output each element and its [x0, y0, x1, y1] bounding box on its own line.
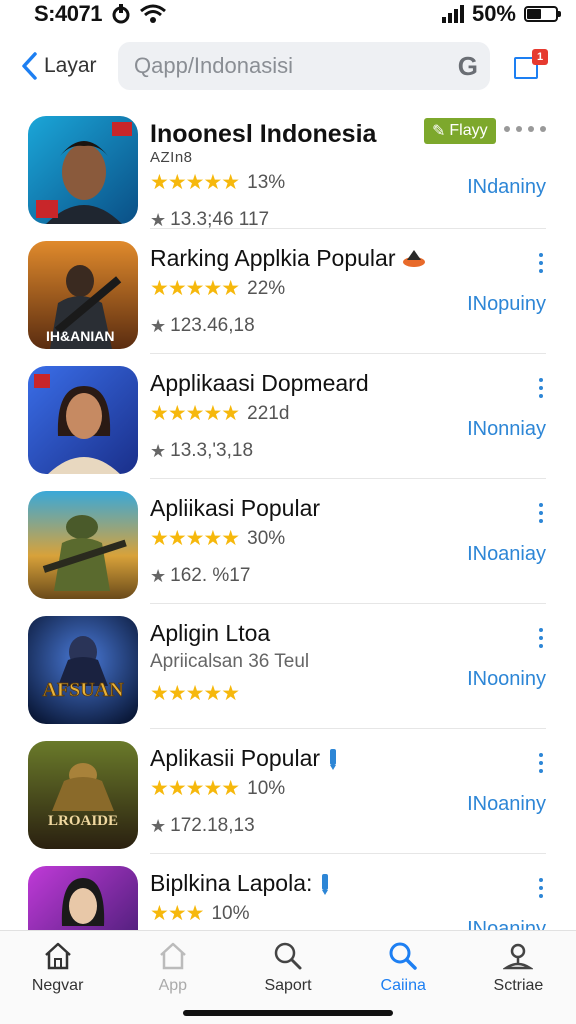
more-vertical-icon[interactable]: [538, 253, 544, 273]
app-meta: 13.3;46 117: [170, 209, 270, 230]
pen-icon: [322, 873, 329, 895]
svg-text:IH&ANIAN: IH&ANIAN: [46, 328, 114, 344]
more-icon[interactable]: [504, 126, 546, 132]
app-action-link[interactable]: INooniny: [467, 668, 546, 691]
rating-stars: ★★★★★: [150, 527, 240, 550]
star-icon: ★: [150, 815, 167, 836]
list-item[interactable]: Apliikasi Popular ★★★★★ 30% ★ 162. %17 IN…: [0, 479, 576, 604]
nav-item-sctriae[interactable]: Sctriae: [461, 931, 576, 1024]
rating-percent: 10%: [247, 777, 286, 799]
app-thumbnail[interactable]: [28, 491, 138, 599]
rating-stars: ★★★: [150, 902, 204, 925]
app-list: Inoonesl Indonesia AZIn8 ★★★★★ 13% ★ 13.3…: [0, 104, 576, 930]
rating-stars: ★★★★★: [150, 171, 240, 194]
app-action-link[interactable]: INoaniay: [467, 543, 546, 566]
list-item[interactable]: Biplkina Lapola: ★★★ 10% INoaniny: [0, 854, 576, 930]
app-action-link[interactable]: INdaniny: [467, 176, 546, 199]
app-title: Apligin Ltoa: [150, 620, 271, 646]
rating-percent: 13%: [247, 171, 286, 193]
back-label: Layar: [44, 54, 97, 77]
rating-percent: 221d: [247, 402, 290, 424]
star-icon: ★: [150, 440, 167, 461]
search-icon: [389, 942, 417, 970]
search-field[interactable]: Qapp/Indonasisi G: [118, 42, 490, 90]
nav-label: Saport: [264, 977, 312, 994]
more-vertical-icon[interactable]: [538, 378, 544, 398]
app-title: Aplikasii Popular: [150, 745, 321, 771]
rating-percent: 30%: [247, 527, 286, 549]
app-title: Apliikasi Popular: [150, 495, 321, 521]
rating-percent: 22%: [247, 277, 286, 299]
list-item[interactable]: Applikaasi Dopmeard ★★★★★ 221d ★ 13.3,'3,…: [0, 354, 576, 479]
more-vertical-icon[interactable]: [538, 503, 544, 523]
battery-percent: 50%: [471, 1, 516, 26]
signal-icon: [441, 5, 464, 23]
star-icon: ★: [150, 315, 167, 336]
fire-icon: [403, 249, 426, 267]
app-thumbnail[interactable]: [28, 366, 138, 474]
list-item[interactable]: LROAIDE Aplikasii Popular ★★★★★ 10% ★ 172…: [0, 729, 576, 854]
app-action-link[interactable]: INoaniny: [467, 918, 546, 930]
list-item[interactable]: AFSUAN Apligin Ltoa Apriicalsan 36 Teul …: [0, 604, 576, 729]
pen-icon: [330, 748, 337, 770]
more-vertical-icon[interactable]: [538, 878, 544, 898]
list-item[interactable]: IH&ANIAN Rarking Applkia Popular ★★★★★ 2…: [0, 229, 576, 354]
app-thumbnail[interactable]: LROAIDE: [28, 741, 138, 849]
app-title: Inoonesl Indonesia: [150, 120, 377, 148]
app-thumbnail[interactable]: AFSUAN: [28, 616, 138, 724]
thumb-title: LROAIDE: [48, 813, 118, 829]
search-icon: [274, 942, 302, 970]
flag-badge[interactable]: ✎ Flayy: [424, 118, 496, 144]
app-title: Rarking Applkia Popular: [150, 245, 396, 271]
nav-label: App: [158, 977, 188, 994]
status-time: S:4071: [34, 1, 102, 26]
app-action-link[interactable]: INonniay: [467, 418, 546, 441]
google-icon[interactable]: G: [458, 51, 478, 82]
rating-stars: ★★★★★: [150, 402, 240, 425]
app-action-link[interactable]: INopuiny: [467, 293, 546, 316]
app-subtitle: Apriicalsan 36 Teul: [150, 651, 310, 672]
list-item[interactable]: Inoonesl Indonesia AZIn8 ★★★★★ 13% ★ 13.3…: [0, 104, 576, 230]
app-thumbnail[interactable]: [28, 866, 138, 930]
nav-item-home[interactable]: Negvar: [0, 931, 115, 1024]
nav-label: Caiina: [380, 977, 426, 994]
search-input[interactable]: Qapp/Indonasisi: [134, 53, 458, 79]
nav-label: Negvar: [31, 977, 84, 994]
app-subtitle: AZIn8: [150, 149, 193, 166]
person-icon: [503, 943, 534, 970]
rating-stars: ★★★★★: [150, 682, 240, 705]
app-meta: 172.18,13: [170, 815, 255, 836]
more-vertical-icon[interactable]: [538, 628, 544, 648]
chevron-left-icon: [22, 52, 37, 80]
app-meta: 162. %17: [170, 565, 251, 586]
rating-percent: 10%: [211, 902, 250, 924]
star-icon: ★: [150, 209, 167, 230]
battery-icon: [524, 6, 561, 22]
app-title: Applikaasi Dopmeard: [150, 370, 369, 396]
top-bar: Layar Qapp/Indonasisi G 1: [0, 40, 576, 92]
wifi-icon: [139, 4, 166, 23]
back-button[interactable]: Layar: [0, 51, 118, 81]
sync-icon: [112, 4, 130, 24]
status-bar: S:4071 50%: [0, 0, 576, 28]
app-thumbnail[interactable]: IH&ANIAN: [28, 241, 138, 349]
rating-stars: ★★★★★: [150, 777, 240, 800]
pencil-icon: ✎: [432, 123, 446, 140]
app-meta: 13.3,'3,18: [170, 440, 254, 461]
notification-badge: 1: [532, 49, 548, 65]
app-thumbnail[interactable]: [28, 116, 138, 224]
app-action-link[interactable]: INoaniny: [467, 793, 546, 816]
home-indicator: [183, 1010, 393, 1016]
home-icon: [44, 942, 71, 970]
app-meta: 123.46,18: [170, 315, 255, 336]
app-title: Biplkina Lapola:: [150, 870, 313, 896]
more-vertical-icon[interactable]: [538, 753, 544, 773]
home-outline-icon: [159, 942, 186, 970]
nav-label: Sctriae: [493, 977, 544, 994]
rating-stars: ★★★★★: [150, 277, 240, 300]
star-icon: ★: [150, 565, 167, 586]
thumb-title: AFSUAN: [42, 679, 124, 701]
notifications-button[interactable]: 1: [512, 49, 548, 81]
